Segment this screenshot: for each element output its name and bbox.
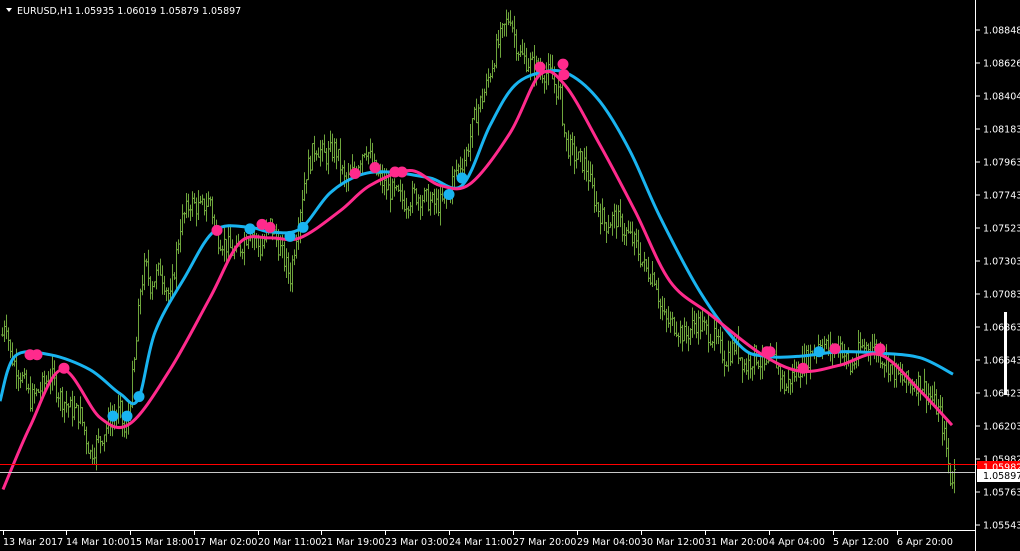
price-tick-label: 1.06863 [983,323,1020,334]
slow-cross-marker [369,161,381,173]
slow-cross-marker [349,167,361,179]
time-tick-label: 20 Mar 11:00 [258,537,321,548]
price-tick-label: 1.07523 [983,224,1020,235]
fast-cross-marker [121,410,133,422]
slow-cross-marker [558,69,570,81]
fast-cross-marker [443,188,455,200]
time-tick-label: 17 Mar 02:00 [194,537,257,548]
time-tick-label: 30 Mar 12:00 [641,537,704,548]
time-tick-label: 29 Mar 04:00 [577,537,640,548]
fast-cross-marker [284,230,296,242]
chart-background [0,0,1020,551]
price-tick-label: 1.08183 [983,125,1020,136]
fast-cross-marker [107,410,119,422]
time-tick-label: 5 Apr 12:00 [833,537,889,548]
time-tick-label: 15 Mar 18:00 [130,537,193,548]
slow-cross-marker [557,58,569,70]
slow-cross-marker [396,166,408,178]
price-tick-label: 1.06203 [983,422,1020,433]
time-tick-label: 31 Mar 20:00 [705,537,768,548]
slow-cross-marker [534,61,546,73]
ohlc-readout: 1.05935 1.06019 1.05879 1.05897 [75,6,241,17]
price-tick-label: 1.06423 [983,389,1020,400]
price-tick-label: 1.07743 [983,191,1020,202]
price-tick-label: 1.07083 [983,290,1020,301]
slow-cross-marker [211,224,223,236]
scroll-indicator[interactable] [1004,312,1007,395]
fast-cross-marker [244,223,256,235]
fast-cross-marker [133,391,145,403]
price-tick-label: 1.08404 [983,92,1020,103]
time-tick-label: 23 Mar 03:00 [385,537,448,548]
slow-cross-marker [31,349,43,361]
price-tick-label: 1.08848 [983,26,1020,37]
price-tick-label: 1.05763 [983,488,1020,499]
time-tick-label: 13 Mar 2017 [3,537,63,548]
fast-cross-marker [456,172,468,184]
price-tick-label: 1.08626 [983,59,1020,70]
slow-cross-marker [58,362,70,374]
time-tick-label: 21 Mar 19:00 [321,537,384,548]
price-chart[interactable]: 1.08848 1.08626 1.08404 1.08183 1.07963 1.077… [0,0,1020,551]
current-price-label: 1.05897 [977,469,1020,482]
slow-cross-marker [874,343,886,355]
price-tick-label: 1.05543 [983,521,1020,532]
slow-cross-marker [764,346,776,358]
fast-cross-marker [297,221,309,233]
slow-cross-marker [797,362,809,374]
time-tick-label: 24 Mar 11:00 [449,537,512,548]
current-price-text: 1.05897 [983,471,1020,482]
price-tick-label: 1.06643 [983,356,1020,367]
slow-cross-marker [829,343,841,355]
time-tick-label: 14 Mar 10:00 [66,537,129,548]
fast-cross-marker [813,346,825,358]
slow-cross-marker [264,221,276,233]
chart-header: EURUSD,H1 1.05935 1.06019 1.05879 1.0589… [6,6,241,17]
price-tick-label: 1.07963 [983,158,1020,169]
time-tick-label: 27 Mar 20:00 [513,537,576,548]
price-tick-label: 1.07303 [983,257,1020,268]
time-tick-label: 6 Apr 20:00 [897,537,953,548]
time-tick-label: 4 Apr 04:00 [769,537,825,548]
symbol-label: EURUSD,H1 [17,6,73,17]
